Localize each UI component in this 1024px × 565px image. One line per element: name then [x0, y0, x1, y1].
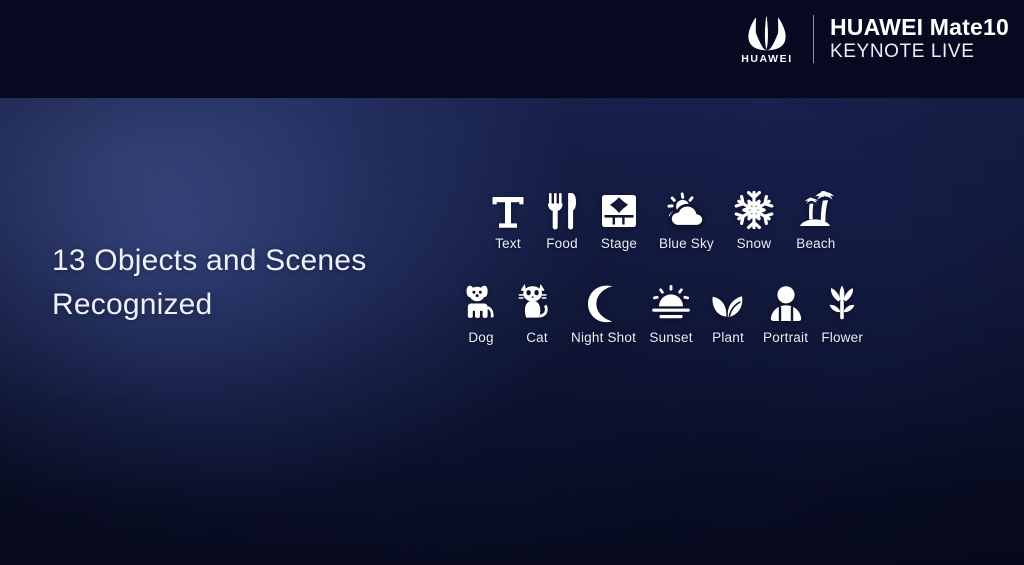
- scene-item-portrait[interactable]: Portrait: [763, 280, 808, 345]
- text-serif-t-icon: [491, 186, 525, 230]
- snowflake-icon: [734, 186, 774, 230]
- scene-item-night-shot[interactable]: Night Shot: [571, 280, 636, 345]
- scene-label: Night Shot: [571, 329, 637, 345]
- scene-row-1: Text Food Stage Blue Sky Snow Beach: [455, 186, 995, 251]
- presentation-slide: HUAWEI HUAWEI Mate10 KEYNOTE LIVE 13 Obj…: [0, 0, 1024, 565]
- scene-label: Cat: [526, 329, 548, 345]
- page-title-line-2: Recognized: [52, 288, 213, 321]
- scene-item-stage[interactable]: Stage: [599, 186, 639, 251]
- scene-label: Portrait: [763, 329, 809, 345]
- scene-label: Stage: [600, 236, 638, 251]
- recognized-scenes-grid: Text Food Stage Blue Sky Snow Beach Dog …: [455, 186, 995, 344]
- scene-item-blue-sky[interactable]: Blue Sky: [659, 186, 714, 251]
- scene-label: Blue Sky: [659, 236, 714, 251]
- scene-label: Food: [546, 236, 578, 251]
- stage-curtain-icon: [599, 186, 639, 230]
- scene-item-beach[interactable]: Beach: [794, 186, 838, 251]
- scene-label: Beach: [796, 236, 836, 251]
- huawei-brand-lockup: HUAWEI HUAWEI Mate10 KEYNOTE LIVE: [733, 14, 1009, 65]
- scene-item-snow[interactable]: Snow: [734, 186, 774, 251]
- crescent-moon-icon: [585, 280, 623, 324]
- dog-icon: [459, 280, 503, 324]
- scene-item-sunset[interactable]: Sunset: [649, 280, 693, 345]
- scene-label: Plant: [712, 329, 744, 345]
- keynote-product-title: HUAWEI Mate10: [830, 13, 1009, 40]
- huawei-wordmark: HUAWEI: [741, 53, 793, 65]
- scene-label: Flower: [821, 329, 864, 345]
- sun-cloud-icon: [664, 186, 708, 230]
- scene-item-plant[interactable]: Plant: [706, 280, 750, 345]
- leaves-icon: [706, 280, 750, 324]
- page-title-line-1: 13 Objects and Scenes: [52, 244, 367, 277]
- palm-island-icon: [794, 186, 838, 230]
- scene-item-flower[interactable]: Flower: [821, 280, 863, 345]
- scene-label: Dog: [468, 329, 494, 345]
- scene-item-food[interactable]: Food: [545, 186, 579, 251]
- scene-item-dog[interactable]: Dog: [459, 280, 503, 345]
- huawei-petal-logo-icon: HUAWEI: [733, 14, 801, 65]
- person-bust-icon: [765, 280, 807, 324]
- scene-label: Text: [495, 236, 521, 251]
- scene-label: Sunset: [649, 329, 693, 345]
- scene-item-text[interactable]: Text: [491, 186, 525, 251]
- page-title: 13 Objects and Scenes Recognized: [52, 239, 452, 327]
- lockup-divider: [813, 15, 814, 64]
- scene-label: Snow: [736, 236, 772, 251]
- fork-knife-icon: [545, 186, 579, 230]
- sunset-icon: [649, 280, 693, 324]
- keynote-live-subtitle: KEYNOTE LIVE: [830, 41, 975, 63]
- cat-icon: [516, 280, 558, 324]
- scene-item-cat[interactable]: Cat: [516, 280, 558, 345]
- scene-row-2: Dog Cat Night Shot Sunset Plant Portrait…: [455, 280, 995, 345]
- tulip-icon: [821, 280, 863, 324]
